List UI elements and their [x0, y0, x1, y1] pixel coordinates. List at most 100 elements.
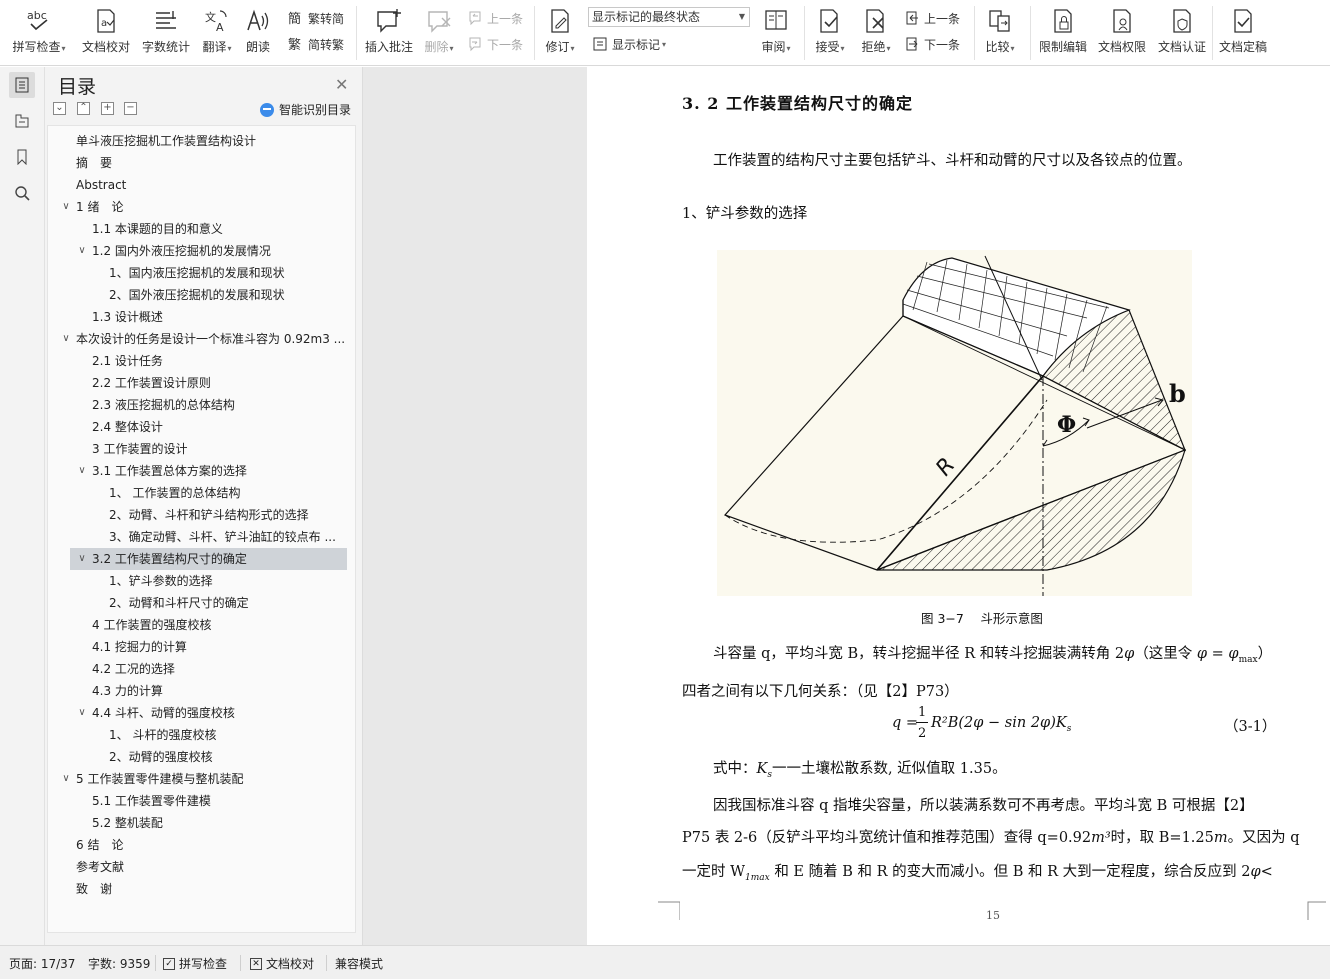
toc-item[interactable]: 5.1 工作装置零件建模	[92, 790, 348, 812]
expand-all-icon[interactable]: ⌃	[77, 102, 90, 115]
chevron-down-icon[interactable]: ∨	[76, 460, 88, 482]
toc-item[interactable]: 2、动臂、斗杆和铲斗结构形式的选择	[109, 504, 348, 526]
toc-item[interactable]: 摘 要	[76, 152, 348, 174]
spell-check-toggle[interactable]: ✓ 拼写检查	[163, 955, 227, 972]
next-change-button[interactable]: 下一条	[904, 34, 960, 54]
markup-state-select[interactable]: 显示标记的最终状态 ▼	[588, 7, 750, 27]
add-heading-icon[interactable]: +	[101, 102, 114, 115]
toc-item[interactable]: Abstract	[76, 174, 348, 196]
paragraph-standard: 因我国标准斗容 q 指堆尖容量，所以装满系数可不再考虑。平均斗宽 B 可根据【2…	[713, 798, 1254, 814]
toc-item[interactable]: 1.3 设计概述	[92, 306, 348, 328]
review-button[interactable]: 审阅▾	[758, 0, 794, 66]
toc-item[interactable]: 4.1 挖掘力的计算	[92, 636, 348, 658]
chapter-nav-button[interactable]	[9, 108, 35, 134]
show-markup-button[interactable]: 显示标记 ▾	[592, 34, 666, 54]
toc-item[interactable]: 1.1 本课题的目的和意义	[92, 218, 348, 240]
word-count[interactable]: 字数: 9359	[88, 955, 150, 972]
toc-item[interactable]: 2.4 整体设计	[92, 416, 348, 438]
toc-panel-button[interactable]	[9, 72, 35, 98]
toc-item[interactable]: 1、 斗杆的强度校核	[109, 724, 348, 746]
collapse-all-icon[interactable]: ⌄	[53, 102, 66, 115]
toc-item[interactable]: 2.2 工作装置设计原则	[92, 372, 348, 394]
accept-change-button[interactable]: 接受▾	[810, 0, 850, 66]
section-heading: 3. 2 工作装置结构尺寸的确定	[682, 94, 913, 113]
toc-item[interactable]: 1、国内液压挖掘机的发展和现状	[109, 262, 348, 284]
chevron-down-icon: ▼	[738, 12, 745, 21]
toc-item[interactable]: 5 工作装置零件建模与整机装配	[76, 768, 348, 790]
chevron-down-icon[interactable]: ∨	[60, 328, 72, 350]
toc-item[interactable]: 参考文献	[76, 856, 348, 878]
toc-item[interactable]: 2、动臂的强度校核	[109, 746, 348, 768]
read-aloud-button[interactable]: 朗读	[240, 0, 276, 66]
chevron-down-icon[interactable]: ∨	[60, 196, 72, 218]
toc-item[interactable]: 单斗液压挖掘机工作装置结构设计	[76, 130, 348, 152]
review-panel-icon	[765, 10, 787, 30]
prev-change-button[interactable]: 上一条	[904, 8, 960, 28]
permission-icon	[1113, 9, 1131, 33]
toc-item[interactable]: 1、 工作装置的总体结构	[109, 482, 348, 504]
proofread-toggle[interactable]: ✕ 文档校对	[250, 955, 314, 972]
toc-item[interactable]: 3 工作装置的设计	[92, 438, 348, 460]
insert-comment-label: 插入批注	[364, 40, 413, 54]
next-comment-button[interactable]: 下一条	[467, 34, 523, 54]
toc-item[interactable]: 6 结 论	[76, 834, 348, 856]
toc-item[interactable]: 3.1 工作装置总体方案的选择	[92, 460, 348, 482]
trad-to-simp-button[interactable]: 簡 繁转简	[288, 8, 344, 28]
toc-item[interactable]: 2.1 设计任务	[92, 350, 348, 372]
simp-to-trad-button[interactable]: 繁 简转繁	[288, 34, 344, 54]
reject-change-button[interactable]: 拒绝▾	[856, 0, 896, 66]
toc-item[interactable]: 3.2 工作装置结构尺寸的确定	[70, 548, 347, 570]
finalize-button[interactable]: 文档定稿	[1216, 0, 1270, 66]
text-segment: P75 表 2-6（反铲斗平均斗宽统计值和推荐范围）查得 q=0.92	[682, 830, 1092, 846]
doc-permission-button[interactable]: 文档权限	[1094, 0, 1150, 66]
svg-text:a: a	[101, 18, 107, 29]
equation-numerator: 1	[918, 705, 927, 720]
trad-to-simp-label: 繁转简	[308, 11, 345, 26]
bucket-diagram: R Φ b	[723, 255, 1187, 596]
toc-item[interactable]: 致 谢	[76, 878, 348, 900]
toc-item[interactable]: 1、铲斗参数的选择	[109, 570, 348, 592]
toc-item[interactable]: 本次设计的任务是设计一个标准斗容为 0.92m3 ...	[76, 328, 348, 350]
chevron-down-icon[interactable]: ∨	[76, 702, 88, 724]
page-number: 15	[986, 909, 1000, 922]
svg-text:文: 文	[205, 10, 216, 24]
bookmark-button[interactable]	[9, 144, 35, 170]
toc-item[interactable]: 4 工作装置的强度校核	[92, 614, 348, 636]
compare-button[interactable]: 比较▾	[980, 0, 1020, 66]
delete-comment-label: 删除	[424, 40, 449, 54]
toc-item[interactable]: 2、国外液压挖掘机的发展和现状	[109, 284, 348, 306]
page-corner-mark	[658, 901, 680, 920]
page-indicator[interactable]: 页面: 17/37	[9, 955, 75, 972]
lock-icon	[1054, 9, 1072, 33]
delete-comment-button[interactable]: 删除▾	[420, 0, 458, 66]
toc-item[interactable]: 2、动臂和斗杆尺寸的确定	[109, 592, 348, 614]
text-segment: φ	[1250, 864, 1261, 880]
prev-comment-button[interactable]: 上一条	[467, 8, 523, 28]
ribbon-separator	[1212, 6, 1213, 60]
translate-button[interactable]: 文A 翻译▾	[196, 0, 238, 66]
toc-item[interactable]: 4.2 工况的选择	[92, 658, 348, 680]
search-button[interactable]	[9, 180, 35, 206]
track-changes-button[interactable]: 修订▾	[540, 0, 580, 66]
toc-item[interactable]: 1.2 国内外液压挖掘机的发展情况	[92, 240, 348, 262]
remove-heading-icon[interactable]: −	[124, 102, 137, 115]
chevron-down-icon[interactable]: ∨	[60, 768, 72, 790]
chevron-down-icon[interactable]: ∨	[76, 240, 88, 262]
toc-item[interactable]: 2.3 液压挖掘机的总体结构	[92, 394, 348, 416]
toc-item[interactable]: 1 绪 论	[76, 196, 348, 218]
word-count-button[interactable]: 字数统计	[138, 0, 194, 66]
close-icon[interactable]: ✕	[335, 75, 348, 94]
toc-item[interactable]: 4.3 力的计算	[92, 680, 348, 702]
toc-item[interactable]: 3、确定动臂、斗杆、铲斗油缸的铰点布 ...	[109, 526, 348, 548]
smart-toc-button[interactable]: 智能识别目录	[260, 101, 351, 118]
restrict-editing-button[interactable]: 限制编辑	[1036, 0, 1090, 66]
insert-comment-button[interactable]: 插入批注	[362, 0, 416, 66]
toc-item[interactable]: 5.2 整机装配	[92, 812, 348, 834]
spell-check-button[interactable]: abc 拼写检查▾	[8, 0, 70, 66]
chevron-down-icon[interactable]: ∨	[76, 548, 88, 570]
proofread-button[interactable]: a 文档校对	[78, 0, 134, 66]
paragraph-parameters: 斗容量 q，平均斗宽 B，转斗挖掘半径 R 和转斗挖掘装满转角 2φ（这里令 φ…	[713, 642, 1272, 665]
doc-certify-button[interactable]: 文档认证	[1154, 0, 1210, 66]
next-comment-label: 下一条	[487, 37, 524, 52]
toc-item[interactable]: 4.4 斗杆、动臂的强度校核	[92, 702, 348, 724]
